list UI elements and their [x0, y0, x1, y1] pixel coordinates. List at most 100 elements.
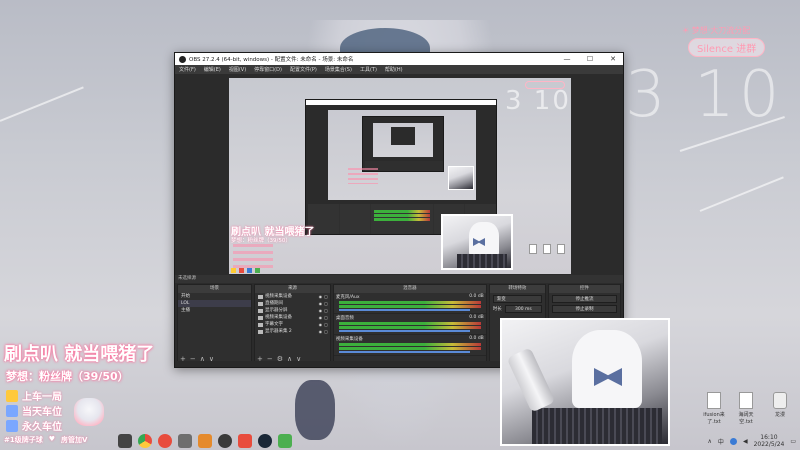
- mixer-channel: 麦克风/Aux 0.0 dB: [333, 293, 486, 314]
- chrome-icon[interactable]: [138, 434, 152, 448]
- mixer-channel-name: 麦克风/Aux: [335, 295, 360, 300]
- source-item[interactable]: 显示器分屏 ◉ ▢: [255, 307, 330, 314]
- input-language[interactable]: 中: [718, 437, 724, 446]
- eye-icon[interactable]: ◉: [319, 300, 323, 307]
- mixer-channel-name: 视频采集设备: [335, 337, 363, 342]
- lock-icon[interactable]: ▢: [324, 300, 328, 307]
- obs-source-status: 未选择源: [175, 275, 623, 283]
- volume-slider[interactable]: [338, 351, 470, 353]
- overlay-line-2-text: 当天车位: [22, 407, 62, 418]
- stop-stream-button[interactable]: 停止推流: [551, 295, 617, 303]
- taskbar-app-icon[interactable]: [198, 434, 212, 448]
- preview-overlay-subtitle: 梦想：粉丝牌（39/50）: [231, 238, 291, 244]
- lock-icon[interactable]: ▢: [324, 307, 328, 314]
- webcam-skirt: [532, 408, 662, 444]
- taskbar-icons: [118, 434, 292, 448]
- scenes-dock: 场景 开始 LOL 主播 + − ∧ ∨: [177, 284, 252, 366]
- scene-item[interactable]: 主播: [178, 307, 251, 314]
- desktop-app-icon[interactable]: 龙漫: [766, 392, 794, 418]
- preview-clock: 3 10: [505, 86, 571, 116]
- mixer-channel-db: 0.0 dB: [469, 336, 484, 341]
- overlay-line-2: 当天车位: [6, 403, 62, 418]
- car-icon: [6, 404, 18, 417]
- menu-item[interactable]: 帮助(H): [385, 66, 403, 73]
- menu-item[interactable]: 视图(V): [229, 66, 246, 73]
- clock[interactable]: 16:10 2022/5/24: [754, 434, 785, 448]
- eye-icon[interactable]: ◉: [319, 307, 323, 314]
- source-label: 直播期间: [264, 301, 283, 306]
- netease-music-icon[interactable]: [158, 434, 172, 448]
- taskbar-app-icon[interactable]: [278, 434, 292, 448]
- minimize-button[interactable]: —: [557, 55, 577, 63]
- nested-preview: [328, 110, 476, 200]
- nested-preview-2: [373, 123, 433, 157]
- source-item[interactable]: 直播期间 ◉ ▢: [255, 300, 330, 307]
- sources-dock: 来源 视频采集设备 ◉ ▢ 直播期间 ◉ ▢ 显示器分屏 ◉ ▢ 视频采集设备 ◉ ▢ 字幕文字 ◉ ▢ 显示…: [253, 284, 331, 366]
- nested-photo-card: [448, 166, 474, 190]
- system-tray: ∧ 中 ◀ 16:10 2022/5/24 ▭: [708, 434, 796, 448]
- menu-item[interactable]: 停靠窗口(D): [254, 66, 282, 73]
- eye-icon[interactable]: ◉: [319, 328, 323, 335]
- mixer-dock: 混音器 麦克风/Aux 0.0 dB 桌面音频 0.0 dB 视频采集设备 0.0 dB: [332, 284, 487, 366]
- transition-select[interactable]: 渐变: [492, 295, 542, 303]
- clock-date: 2022/5/24: [753, 441, 785, 448]
- eye-icon[interactable]: ◉: [319, 293, 323, 300]
- duration-input[interactable]: 300 ms: [504, 305, 542, 313]
- taskbar-app-icon[interactable]: [178, 434, 192, 448]
- top-right-pill: Silence 进群: [688, 38, 766, 57]
- lock-icon[interactable]: ▢: [324, 328, 328, 335]
- obs-window-title: OBS 27.2.4 (64-bit, windows) - 配置文件: 未命名…: [189, 57, 354, 63]
- menu-item[interactable]: 工具(T): [360, 66, 377, 73]
- volume-icon[interactable]: ◀: [743, 438, 748, 445]
- lock-icon[interactable]: ▢: [324, 314, 328, 321]
- source-label: 视频采集设备: [264, 294, 292, 299]
- stop-record-button[interactable]: 停止录制: [551, 305, 617, 313]
- overlay-line-1: 上车一局: [6, 388, 62, 403]
- menu-item[interactable]: 编辑(E): [204, 66, 221, 73]
- webcam-figure: [572, 330, 642, 408]
- preview-taskbar: [229, 267, 349, 274]
- duration-label: 时长: [492, 307, 502, 312]
- car-icon: [6, 419, 18, 432]
- eye-icon[interactable]: ◉: [319, 314, 323, 321]
- desktop-file-icon[interactable]: 海阔天空.txt: [732, 392, 760, 425]
- chevron-up-icon[interactable]: ∧: [708, 438, 712, 445]
- overlay-footer: #1级牌子球 ♥ 房管加V: [4, 435, 87, 445]
- eye-icon[interactable]: ◉: [319, 321, 323, 328]
- network-icon[interactable]: [729, 437, 737, 445]
- menu-item[interactable]: 配置文件(P): [290, 66, 317, 73]
- menu-item[interactable]: 文件(F): [179, 66, 196, 73]
- source-item[interactable]: 视频采集设备 ◉ ▢: [255, 314, 330, 321]
- scene-item[interactable]: 开始: [178, 293, 251, 300]
- source-item[interactable]: 显示器采集 2 ◉ ▢: [255, 328, 330, 335]
- lock-icon[interactable]: ▢: [324, 321, 328, 328]
- overlay-subtitle: 梦想：粉丝牌（39/50）: [6, 370, 129, 383]
- obs-titlebar[interactable]: OBS 27.2.4 (64-bit, windows) - 配置文件: 未命名…: [175, 53, 623, 65]
- menu-item[interactable]: 场景集合(S): [325, 66, 352, 73]
- scenes-header: 场景: [178, 285, 251, 293]
- notification-icon[interactable]: ▭: [790, 438, 796, 445]
- transitions-header: 转场特效: [489, 285, 545, 293]
- mixer-header: 混音器: [333, 285, 486, 293]
- taskbar-app-icon[interactable]: [118, 434, 132, 448]
- scene-item[interactable]: LOL: [178, 300, 251, 307]
- taskbar-app-icon[interactable]: [238, 434, 252, 448]
- source-item[interactable]: 视频采集设备 ◉ ▢: [255, 293, 330, 300]
- source-item[interactable]: 字幕文字 ◉ ▢: [255, 321, 330, 328]
- obs-app-icon: [179, 55, 186, 63]
- source-type-icon: [257, 322, 263, 327]
- close-button[interactable]: ✕: [603, 55, 623, 63]
- source-label: 显示器采集 2: [264, 329, 292, 334]
- desktop-app-label: 龙漫: [774, 412, 785, 418]
- maximize-button[interactable]: ☐: [580, 55, 600, 63]
- desktop-file-icon[interactable]: ifusion来了.txt: [700, 392, 728, 425]
- steam-icon[interactable]: [258, 434, 272, 448]
- taskbar-app-icon[interactable]: [218, 434, 232, 448]
- lock-icon[interactable]: ▢: [324, 293, 328, 300]
- volume-slider[interactable]: [338, 309, 470, 311]
- app-icon: [773, 392, 787, 409]
- obs-preview[interactable]: 3 10 刷点叭 就当喂猪了 梦想：粉丝牌（39/50）: [229, 78, 571, 274]
- desktop-file-label: 海阔天空.txt: [738, 412, 754, 425]
- webcam-microphone: [506, 347, 556, 413]
- volume-slider[interactable]: [338, 330, 470, 332]
